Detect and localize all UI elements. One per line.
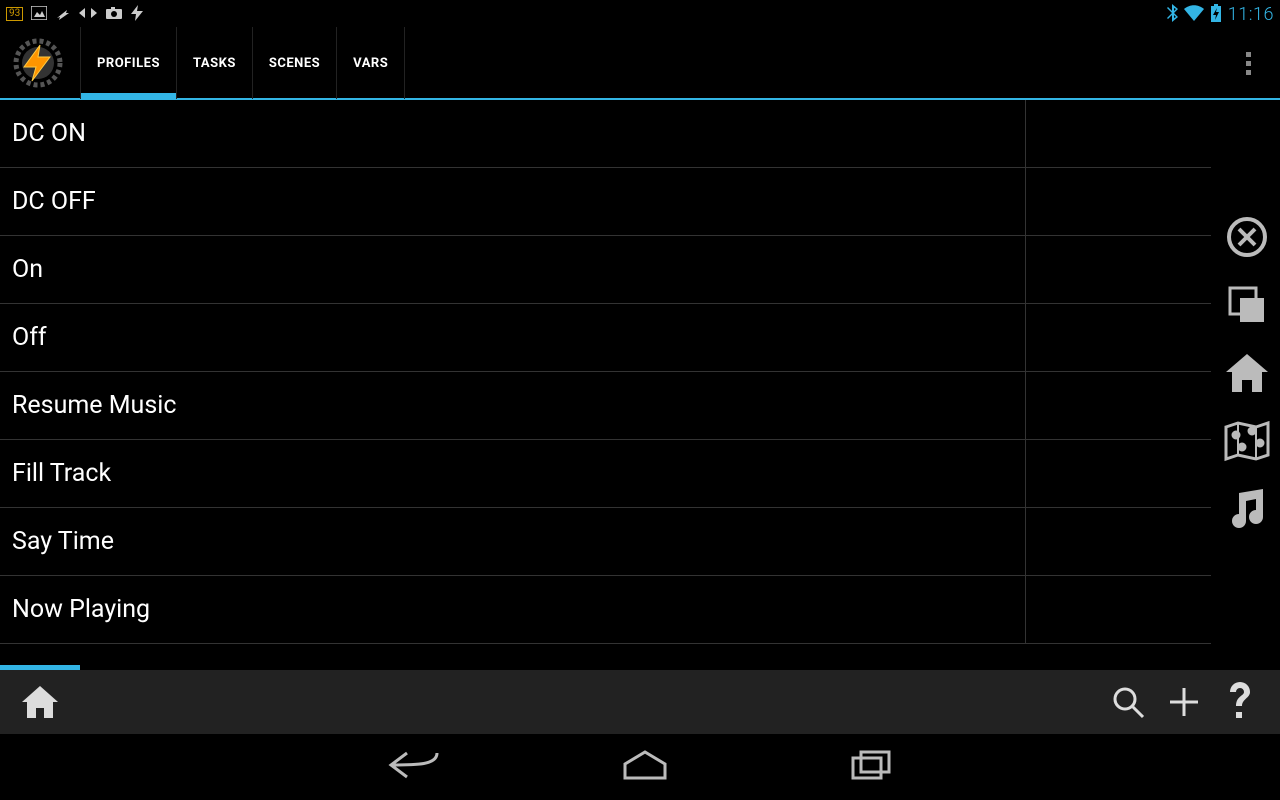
tab-scenes[interactable]: SCENES: [252, 27, 336, 99]
gallery-icon: [31, 6, 47, 23]
launch-icon: [55, 6, 71, 23]
task-name: Say Time: [0, 508, 1026, 575]
task-name: Off: [0, 304, 1026, 371]
task-row[interactable]: On: [0, 236, 1211, 304]
copy-icon[interactable]: [1222, 280, 1272, 330]
main-content: DC ON DC OFF On Off Resume Music Fill Tr…: [0, 100, 1280, 670]
tab-vars[interactable]: VARS: [336, 27, 405, 99]
task-row[interactable]: Say Time: [0, 508, 1211, 576]
bottom-toolbar: [0, 670, 1280, 734]
camera-icon: [105, 6, 123, 23]
recent-nav-button[interactable]: [849, 748, 893, 786]
task-row[interactable]: Now Playing: [0, 576, 1211, 644]
task-name: Now Playing: [0, 576, 1026, 643]
task-list[interactable]: DC ON DC OFF On Off Resume Music Fill Tr…: [0, 100, 1211, 644]
battery-charging-icon: [1210, 4, 1222, 25]
home-button[interactable]: [12, 674, 68, 730]
help-button[interactable]: [1212, 674, 1268, 730]
tab-bar: PROFILES TASKS SCENES VARS: [80, 27, 405, 99]
task-name: On: [0, 236, 1026, 303]
map-icon[interactable]: [1222, 416, 1272, 466]
home-nav-button[interactable]: [621, 748, 669, 786]
side-icons: [1222, 212, 1272, 534]
tab-profiles[interactable]: PROFILES: [80, 27, 176, 99]
bluetooth-icon: [1166, 4, 1178, 25]
back-nav-button[interactable]: [387, 747, 441, 787]
close-circle-icon[interactable]: [1222, 212, 1272, 262]
scroll-indicator: [0, 665, 80, 670]
music-icon[interactable]: [1222, 484, 1272, 534]
task-row[interactable]: Fill Track: [0, 440, 1211, 508]
wifi-icon: [1184, 5, 1204, 24]
app-icon[interactable]: [8, 33, 68, 93]
status-bar: 93 11:16: [0, 0, 1280, 28]
status-left: 93: [6, 5, 143, 24]
status-right: 11:16: [1166, 4, 1274, 25]
task-row[interactable]: DC ON: [0, 100, 1211, 168]
overflow-menu-button[interactable]: [1224, 39, 1272, 87]
task-row[interactable]: Resume Music: [0, 372, 1211, 440]
sync-icon: [79, 6, 97, 23]
task-row[interactable]: DC OFF: [0, 168, 1211, 236]
task-name: DC OFF: [0, 168, 1026, 235]
battery-percentage: 93: [6, 7, 23, 21]
action-bar: PROFILES TASKS SCENES VARS: [0, 28, 1280, 100]
task-name: DC ON: [0, 100, 1026, 167]
home-icon[interactable]: [1222, 348, 1272, 398]
task-name: Fill Track: [0, 440, 1026, 507]
search-button[interactable]: [1100, 674, 1156, 730]
add-button[interactable]: [1156, 674, 1212, 730]
navigation-bar: [0, 734, 1280, 800]
task-name: Resume Music: [0, 372, 1026, 439]
tab-tasks[interactable]: TASKS: [176, 27, 252, 99]
clock: 11:16: [1228, 4, 1274, 25]
task-row[interactable]: Off: [0, 304, 1211, 372]
bolt-icon: [131, 5, 143, 24]
